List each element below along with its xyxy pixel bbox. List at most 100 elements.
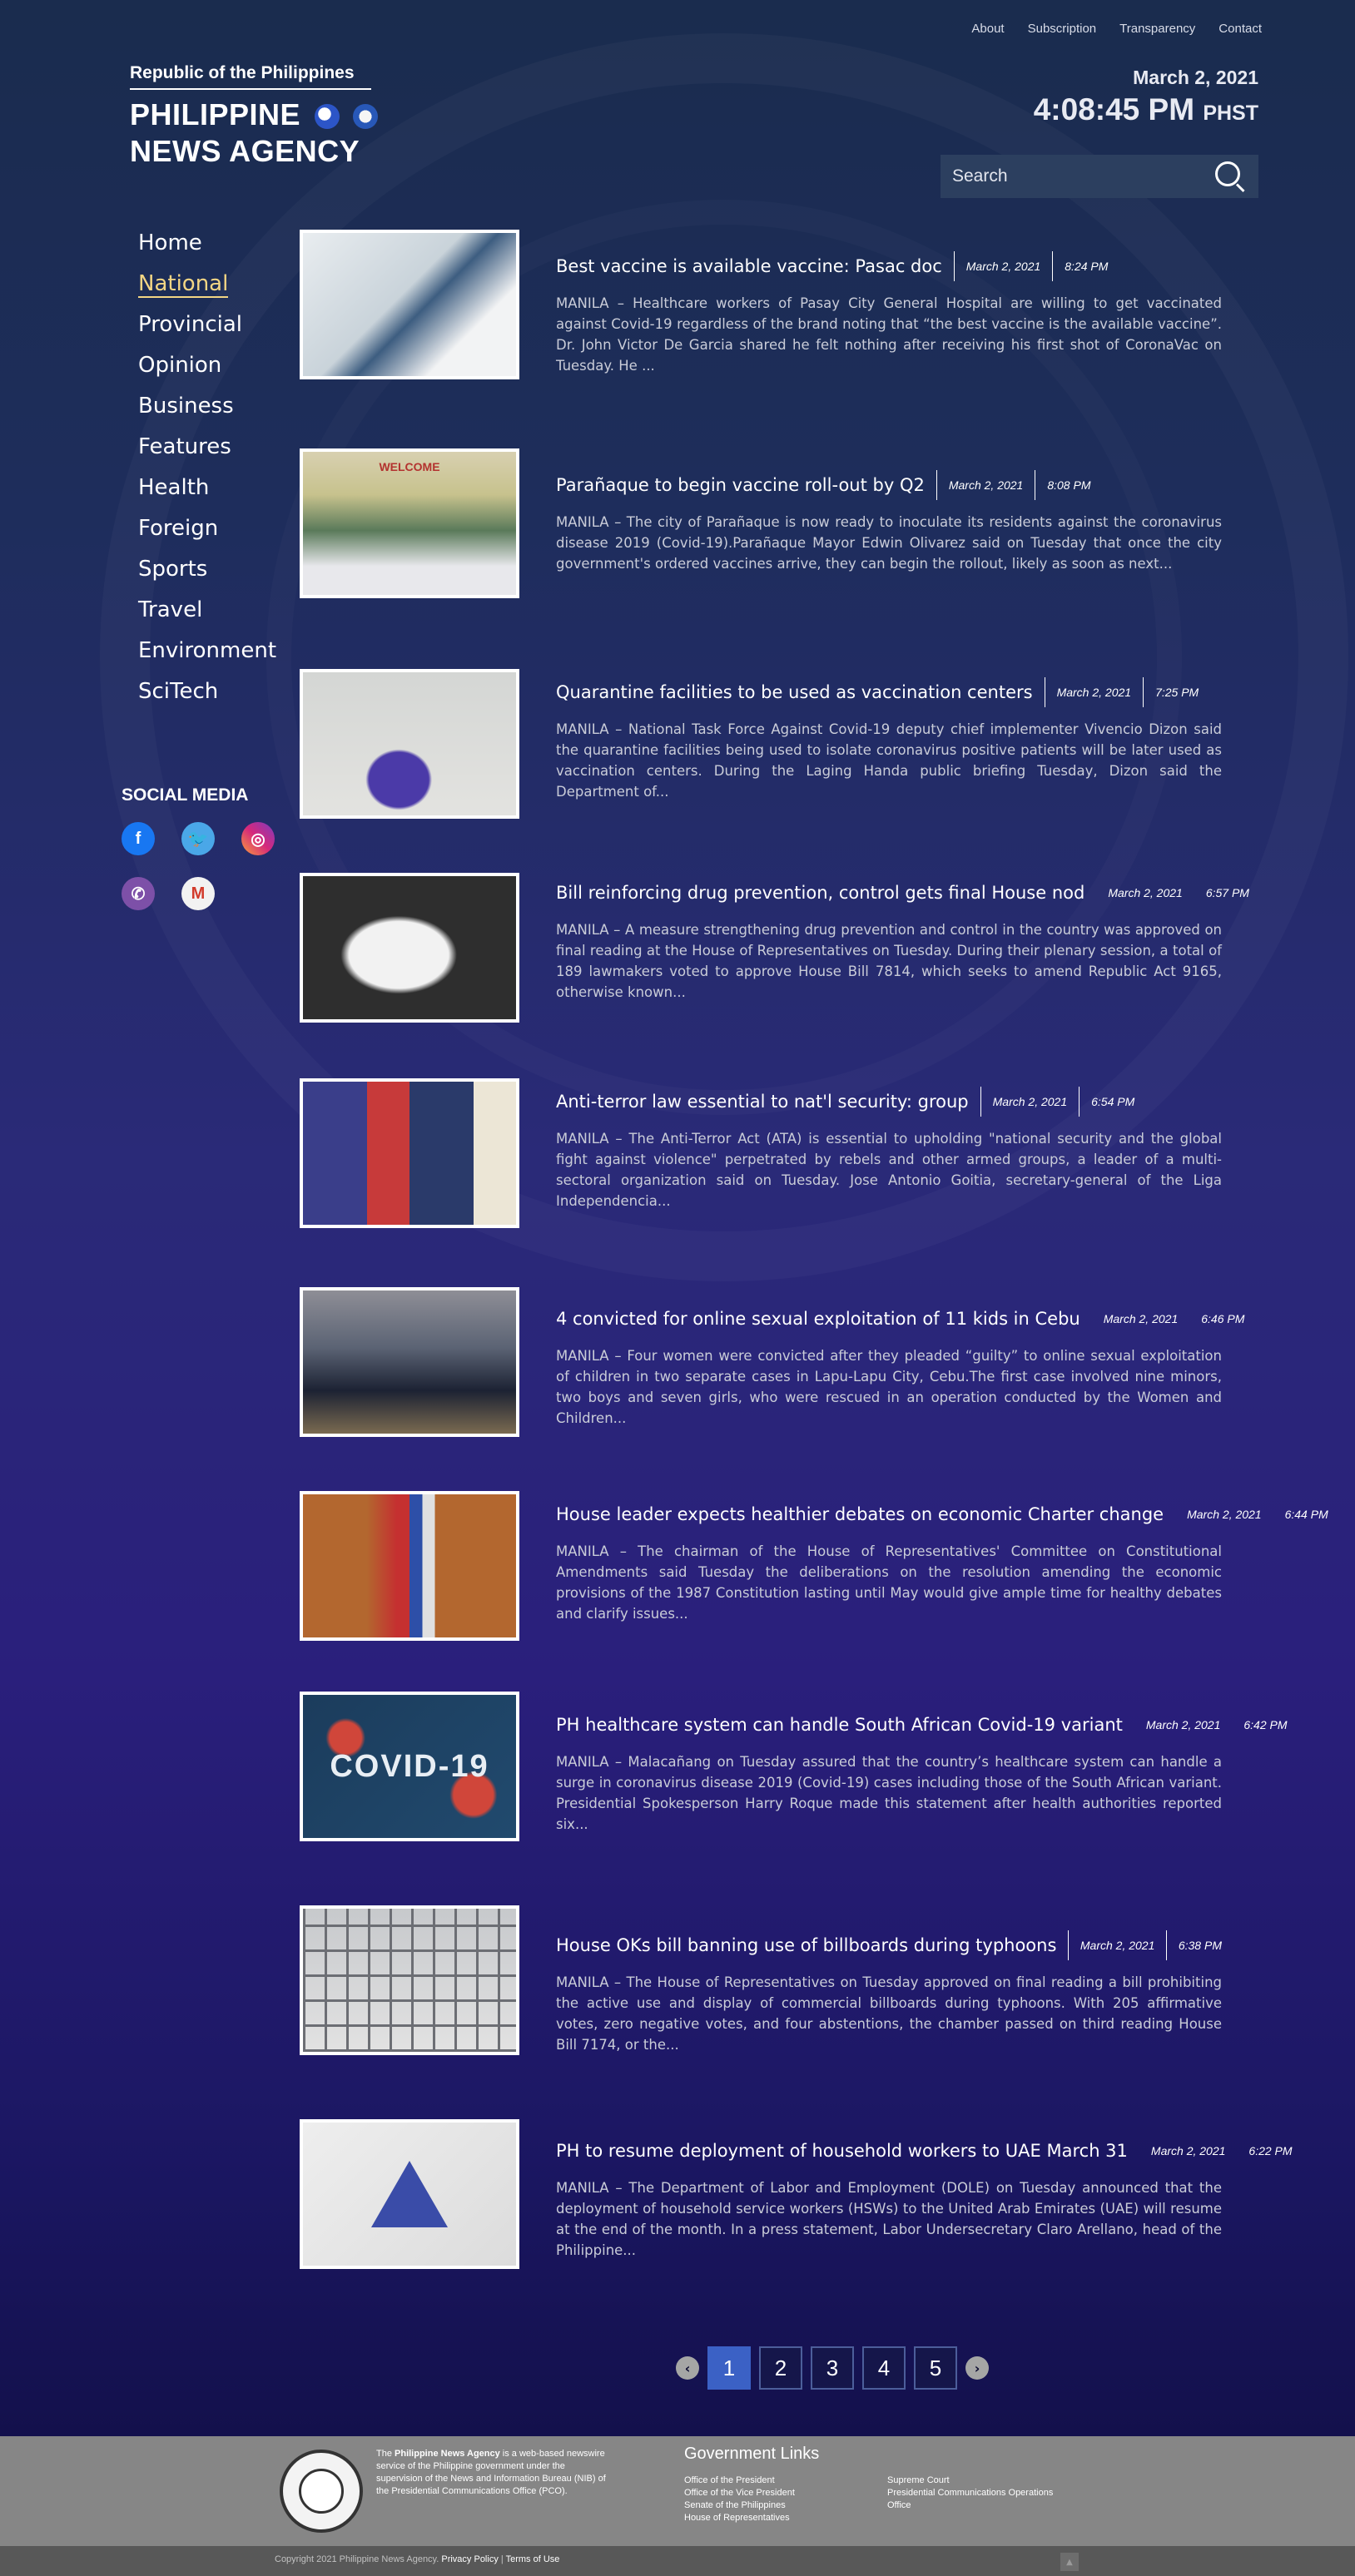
article-date: March 2, 2021 (1150, 2144, 1226, 2157)
footer-about-pre: The (376, 2449, 395, 2459)
site-logo[interactable]: Republic of the Philippines PHILIPPINE N… (130, 63, 379, 170)
thumbnail-covid-text: COVID-19 (330, 1748, 489, 1784)
article-thumbnail[interactable] (300, 669, 519, 819)
sidebar-item-environment[interactable]: Environment (138, 634, 276, 675)
privacy-policy-link[interactable]: Privacy Policy (441, 2554, 498, 2564)
sidebar-item-opinion[interactable]: Opinion (138, 349, 276, 389)
gov-link[interactable]: Senate of the Philippines (684, 2499, 795, 2512)
article-excerpt: MANILA – A measure strengthening drug pr… (556, 922, 1222, 1000)
sidebar-item-features[interactable]: Features (138, 430, 276, 471)
facebook-icon[interactable]: f (122, 822, 155, 855)
article-title[interactable]: House leader expects healthier debates o… (556, 1504, 1164, 1524)
gov-link[interactable]: Office (887, 2499, 1053, 2512)
page-1-button[interactable]: 1 (707, 2346, 751, 2390)
article-title[interactable]: Quarantine facilities to be used as vacc… (556, 682, 1033, 702)
article-thumbnail[interactable]: COVID-19 (300, 1692, 519, 1841)
sidebar-item-national[interactable]: National (138, 267, 276, 308)
article-title[interactable]: 4 convicted for online sexual exploitati… (556, 1309, 1080, 1329)
page-5-button[interactable]: 5 (914, 2346, 957, 2390)
article-thumbnail[interactable] (300, 1491, 519, 1641)
gov-link[interactable]: Office of the President (684, 2474, 795, 2487)
footer-about: The Philippine News Agency is a web-base… (376, 2448, 609, 2498)
article-date: March 2, 2021 (948, 478, 1024, 492)
page-4-button[interactable]: 4 (862, 2346, 906, 2390)
article-title[interactable]: PH to resume deployment of household wor… (556, 2141, 1128, 2161)
nav-subscription-link[interactable]: Subscription (1028, 22, 1097, 36)
page-2-button[interactable]: 2 (759, 2346, 802, 2390)
footer-about-strong: Philippine News Agency (395, 2449, 500, 2459)
article-thumbnail[interactable] (300, 2119, 519, 2269)
article-date: March 2, 2021 (992, 1095, 1068, 1108)
date-time-display: March 2, 2021 4:08:45 PM PHST (1034, 67, 1258, 127)
current-date: March 2, 2021 (1133, 67, 1258, 88)
current-time: 4:08:45 PM (1033, 92, 1195, 126)
pco-seal-icon (353, 104, 379, 130)
top-nav: About Subscription Transparency Contact (971, 22, 1262, 36)
gov-link[interactable]: Office of the Vice President (684, 2487, 795, 2499)
article-title[interactable]: House OKs bill banning use of billboards… (556, 1935, 1056, 1955)
thumbnail-welcome-text: WELCOME (379, 460, 440, 473)
article-time: 7:25 PM (1155, 686, 1199, 699)
article-title[interactable]: Parañaque to begin vaccine roll-out by Q… (556, 475, 925, 495)
twitter-icon[interactable]: 🐦 (181, 822, 215, 855)
article-title[interactable]: Anti-terror law essential to nat'l secur… (556, 1092, 969, 1112)
page-3-button[interactable]: 3 (811, 2346, 854, 2390)
section-nav: Home National Provincial Opinion Busines… (138, 226, 276, 716)
search-icon[interactable] (1214, 160, 1247, 193)
pagination: ‹ 1 2 3 4 5 › (676, 2346, 989, 2390)
republic-label: Republic of the Philippines (130, 63, 371, 90)
viber-icon[interactable]: ✆ (122, 877, 155, 910)
prev-page-arrow-icon[interactable]: ‹ (676, 2356, 699, 2380)
back-to-top-icon[interactable]: ▲ (1060, 2553, 1079, 2571)
article-thumbnail[interactable] (300, 1078, 519, 1228)
article-thumbnail[interactable]: WELCOME (300, 448, 519, 598)
sidebar-item-provincial[interactable]: Provincial (138, 308, 276, 349)
article-excerpt: MANILA – Healthcare workers of Pasay Cit… (556, 295, 1222, 374)
article-thumbnail[interactable] (300, 1905, 519, 2055)
article-date: March 2, 2021 (1080, 1939, 1155, 1952)
list-item: 4 convicted for online sexual exploitati… (300, 1287, 1340, 1498)
article-title[interactable]: Best vaccine is available vaccine: Pasac… (556, 256, 942, 276)
article-excerpt: MANILA – The chairman of the House of Re… (556, 1543, 1222, 1622)
terms-of-use-link[interactable]: Terms of Use (506, 2554, 560, 2564)
list-item: WELCOME Parañaque to begin vaccine roll-… (300, 448, 1340, 659)
sidebar-item-scitech[interactable]: SciTech (138, 675, 276, 716)
gov-link[interactable]: Supreme Court (887, 2474, 1053, 2487)
gov-link[interactable]: House of Representatives (684, 2512, 795, 2524)
gov-links-col1: Office of the President Office of the Vi… (684, 2474, 795, 2524)
gmail-icon[interactable]: M (181, 877, 215, 910)
article-time: 6:57 PM (1205, 886, 1249, 899)
article-time: 6:42 PM (1243, 1718, 1288, 1731)
sidebar-item-business[interactable]: Business (138, 389, 276, 430)
sidebar-item-sports[interactable]: Sports (138, 552, 276, 593)
article-date: March 2, 2021 (1056, 686, 1132, 699)
search-input[interactable] (952, 166, 1214, 186)
sidebar-item-travel[interactable]: Travel (138, 593, 276, 634)
sidebar-item-foreign[interactable]: Foreign (138, 512, 276, 552)
gov-link[interactable]: Presidential Communications Operations (887, 2487, 1053, 2499)
article-thumbnail[interactable] (300, 1287, 519, 1437)
list-item: House leader expects healthier debates o… (300, 1491, 1340, 1702)
article-date: March 2, 2021 (965, 260, 1041, 273)
article-thumbnail[interactable] (300, 873, 519, 1023)
article-list: Best vaccine is available vaccine: Pasac… (300, 230, 1340, 2330)
social-media-title: SOCIAL MEDIA (122, 785, 249, 805)
article-thumbnail[interactable] (300, 230, 519, 379)
article-title[interactable]: Bill reinforcing drug prevention, contro… (556, 883, 1084, 903)
nav-transparency-link[interactable]: Transparency (1119, 22, 1195, 36)
nav-contact-link[interactable]: Contact (1219, 22, 1262, 36)
pna-swirl-icon (314, 104, 340, 130)
nav-about-link[interactable]: About (971, 22, 1004, 36)
instagram-icon[interactable]: ◎ (241, 822, 275, 855)
brand-line1: PHILIPPINE (130, 97, 301, 131)
article-title[interactable]: PH healthcare system can handle South Af… (556, 1715, 1123, 1735)
list-item: PH to resume deployment of household wor… (300, 2119, 1340, 2330)
article-excerpt: MANILA – Four women were convicted after… (556, 1348, 1222, 1426)
sidebar-item-health[interactable]: Health (138, 471, 276, 512)
list-item: House OKs bill banning use of billboards… (300, 1905, 1340, 2116)
brand-line2: NEWS AGENCY (130, 134, 360, 168)
next-page-arrow-icon[interactable]: › (965, 2356, 989, 2380)
article-time: 6:38 PM (1178, 1939, 1222, 1952)
copyright-bar: Copyright 2021 Philippine News Agency. P… (0, 2546, 1355, 2576)
sidebar-item-home[interactable]: Home (138, 226, 276, 267)
